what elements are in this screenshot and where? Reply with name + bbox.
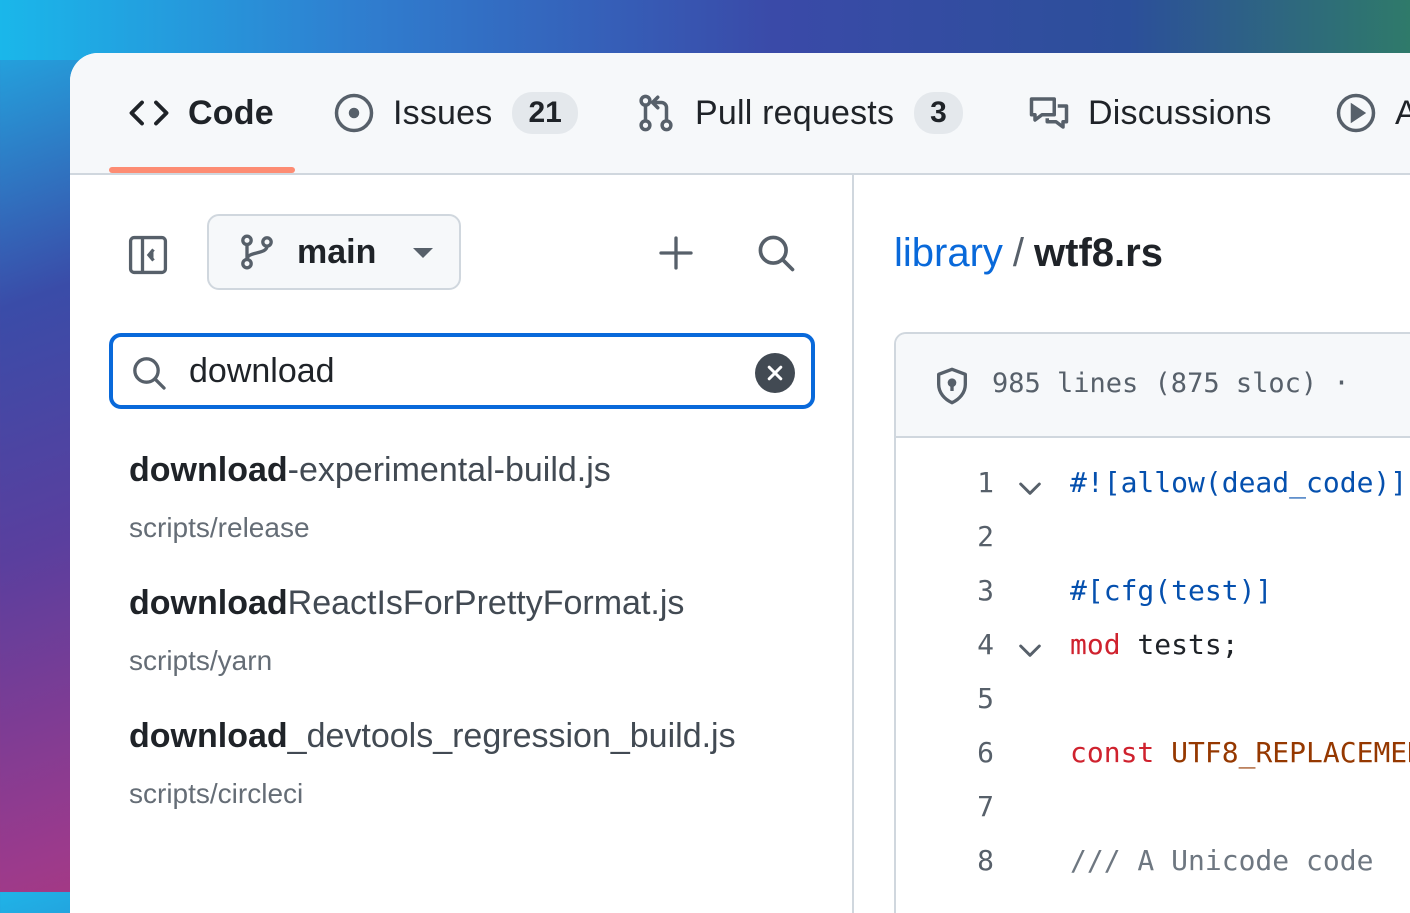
code-line: 8 /// A Unicode code	[896, 834, 1410, 888]
file-search-field[interactable]	[109, 333, 815, 409]
file-view-pane: library / wtf8.rs 985 lines (875 sloc) · 1…	[854, 175, 1410, 913]
code-text: #![allow(dead_code)]	[1070, 466, 1408, 499]
comment-discussion-icon	[1028, 92, 1070, 134]
file-line-stats: 985 lines (875 sloc) ·	[992, 368, 1350, 399]
result-file-name: download_devtools_regression_build.js	[129, 717, 736, 755]
search-result-item[interactable]: download-experimental-build.js scripts/r…	[129, 451, 611, 544]
line-number[interactable]: 2	[946, 520, 994, 553]
pull-requests-count-badge: 3	[914, 92, 963, 134]
result-file-path: scripts/yarn	[129, 645, 273, 676]
shield-icon	[932, 366, 972, 406]
add-file-button[interactable]	[656, 233, 696, 273]
tab-pull-requests[interactable]: Pull requests 3	[635, 53, 963, 173]
search-result-item[interactable]: downloadReactIsForPrettyFormat.js script…	[129, 584, 684, 677]
code-viewer-header: 985 lines (875 sloc) ·	[896, 334, 1410, 438]
file-search-input[interactable]	[189, 345, 729, 397]
code-line: 5	[896, 672, 1410, 726]
code-text: const UTF8_REPLACEMENT	[1070, 736, 1410, 769]
line-number[interactable]: 1	[946, 466, 994, 499]
issue-opened-icon	[333, 92, 375, 134]
background-gradient	[0, 0, 1410, 60]
git-pull-request-icon	[635, 92, 677, 134]
play-icon	[1335, 92, 1377, 134]
tab-actions[interactable]: A	[1335, 53, 1410, 173]
tab-discussions-label: Discussions	[1088, 93, 1272, 132]
issues-count-badge: 21	[512, 92, 578, 134]
github-window: Code Issues 21 Pull requests 3 Discussio…	[70, 53, 1410, 913]
active-tab-underline	[109, 167, 295, 173]
search-button[interactable]	[754, 231, 798, 275]
code-icon	[128, 92, 170, 134]
tab-code[interactable]: Code	[128, 53, 274, 173]
result-file-path: scripts/release	[129, 512, 310, 543]
line-number[interactable]: 7	[946, 790, 994, 823]
git-branch-icon	[237, 232, 277, 272]
search-icon	[758, 235, 795, 272]
code-line: 6 const UTF8_REPLACEMENT	[896, 726, 1410, 780]
chevron-down-icon	[413, 248, 433, 258]
repo-tab-bar: Code Issues 21 Pull requests 3 Discussio…	[70, 53, 1410, 175]
code-text: mod tests;	[1070, 628, 1239, 661]
code-text: #[cfg(test)]	[1070, 574, 1273, 607]
chevron-down-icon[interactable]	[1014, 472, 1046, 504]
file-tree-pane: main download-experimental-build.js scri…	[70, 175, 854, 913]
line-number[interactable]: 4	[946, 628, 994, 661]
sidebar-collapse-icon[interactable]	[126, 233, 170, 277]
code-line: 7	[896, 780, 1410, 834]
line-number[interactable]: 8	[946, 844, 994, 877]
plus-icon	[659, 236, 693, 270]
close-icon	[767, 365, 783, 381]
tab-issues[interactable]: Issues 21	[333, 53, 578, 173]
clear-search-button[interactable]	[755, 353, 795, 393]
breadcrumb: library / wtf8.rs	[894, 231, 1163, 276]
tab-discussions[interactable]: Discussions	[1028, 53, 1272, 173]
breadcrumb-dir-link[interactable]: library	[894, 231, 1003, 275]
tab-issues-label: Issues	[393, 93, 493, 132]
code-line: 3 #[cfg(test)]	[896, 564, 1410, 618]
result-file-name: download-experimental-build.js	[129, 451, 611, 489]
tab-pull-requests-label: Pull requests	[695, 93, 895, 132]
code-line: 2	[896, 510, 1410, 564]
breadcrumb-file-name: wtf8.rs	[1034, 231, 1163, 275]
breadcrumb-separator: /	[1012, 231, 1025, 275]
code-line: 4 mod tests;	[896, 618, 1410, 672]
result-file-name: downloadReactIsForPrettyFormat.js	[129, 584, 685, 622]
code-viewer: 985 lines (875 sloc) · 1 #![allow(dead_co…	[894, 332, 1410, 913]
search-icon	[129, 353, 169, 393]
code-line: 1 #![allow(dead_code)]	[896, 456, 1410, 510]
branch-name: main	[297, 232, 377, 271]
search-result-item[interactable]: download_devtools_regression_build.js sc…	[129, 717, 736, 810]
line-number[interactable]: 3	[946, 574, 994, 607]
line-number[interactable]: 6	[946, 736, 994, 769]
tab-actions-label: A	[1395, 93, 1410, 132]
tab-code-label: Code	[188, 93, 274, 132]
code-text: /// A Unicode code	[1070, 844, 1374, 877]
chevron-down-icon[interactable]	[1014, 634, 1046, 666]
branch-selector-button[interactable]: main	[207, 214, 461, 290]
result-file-path: scripts/circleci	[129, 778, 304, 809]
line-number[interactable]: 5	[946, 682, 994, 715]
